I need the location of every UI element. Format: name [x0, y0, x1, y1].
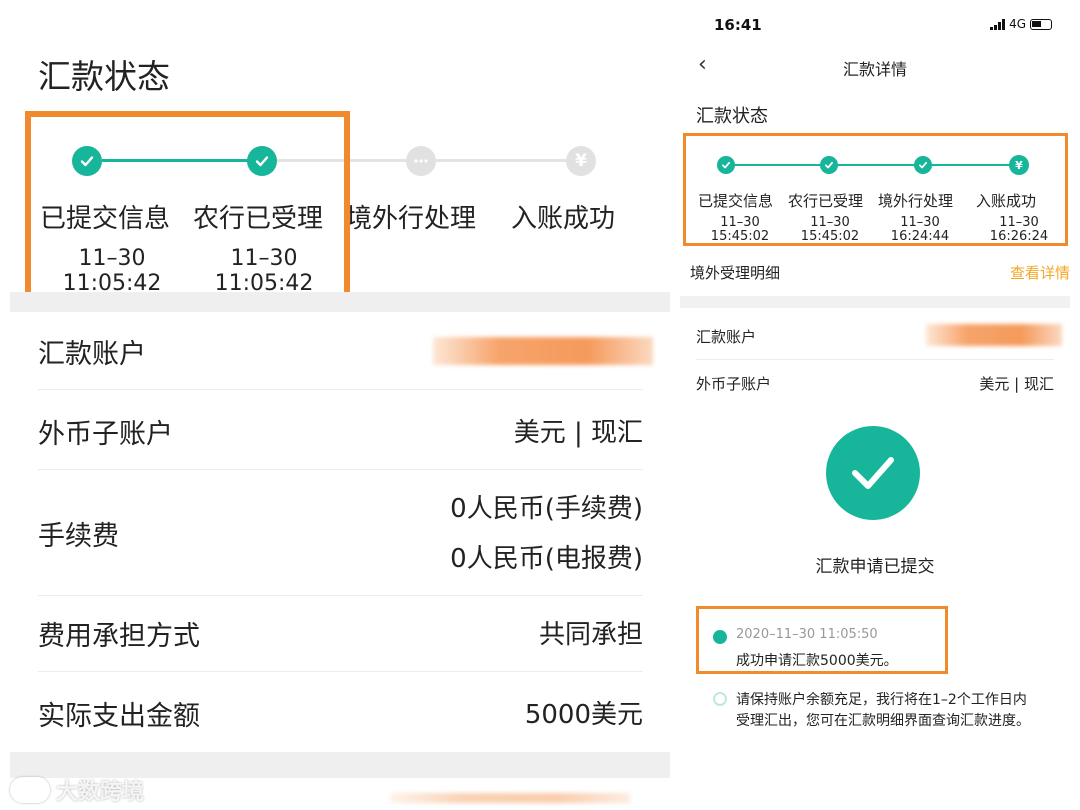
row-label: 手续费	[38, 521, 119, 552]
step-pending-yen-icon: ¥	[566, 146, 596, 176]
row-label: 外币子账户	[38, 419, 173, 450]
right-screenshot: 16:41 4G ‹ 汇款详情 汇款状态 ¥ 已提交信息 农行已受理 境外行处理…	[680, 0, 1080, 810]
row-value: 美元 | 现汇	[979, 375, 1054, 393]
fee-row: 手续费 0人民币(手续费) 0人民币(电报费)	[38, 470, 643, 596]
signal-icon	[990, 18, 1006, 30]
left-screenshot: 汇款状态 ¥ 已提交信息 农行已受理 境外行处理 入账成功 11–30 11:05…	[0, 0, 672, 810]
row-value: 共同承担	[538, 620, 643, 650]
watermark-logo-icon	[10, 777, 50, 803]
timeline-dot-icon	[713, 630, 727, 644]
actual-amount-row: 实际支出金额 5000美元	[38, 672, 643, 750]
row-value: 0人民币(电报费)	[450, 544, 643, 574]
row-label: 外币子账户	[696, 375, 772, 393]
account-row: 汇款账户	[38, 312, 653, 390]
overseas-detail-row: 境外受理明细 查看详情	[690, 262, 1070, 286]
row-value: 5000美元	[524, 700, 643, 730]
redacted-account-number	[926, 324, 1062, 346]
section-divider	[680, 296, 1070, 308]
sub-account-row: 外币子账户 美元 | 现汇	[38, 390, 643, 470]
highlight-box	[25, 111, 350, 306]
network-label: 4G	[1009, 17, 1026, 31]
step-label: 入账成功	[511, 204, 616, 234]
section-title: 汇款状态	[696, 106, 768, 127]
sub-account-row: 外币子账户 美元 | 现汇	[696, 360, 1054, 404]
timeline-text: 成功申请汇款5000美元。	[736, 653, 898, 669]
row-label: 费用承担方式	[38, 621, 200, 652]
redacted-account-number	[433, 337, 653, 365]
watermark: 大数跨境	[10, 774, 144, 806]
row-label: 境外受理明细	[690, 264, 781, 282]
highlight-box	[683, 133, 1068, 246]
row-value: 0人民币(手续费)	[450, 494, 643, 524]
nav-title: 汇款详情	[842, 60, 907, 79]
timeline-text: 请保持账户余额充足，我行将在1–2个工作日内受理汇出，您可在汇款明细界面查询汇款…	[736, 692, 1030, 729]
step-pending-dots-icon	[406, 146, 436, 176]
step-label: 境外行处理	[346, 204, 477, 234]
account-row: 汇款账户	[696, 316, 1062, 360]
timeline-dot-icon	[713, 692, 727, 706]
row-label: 汇款账户	[38, 339, 146, 370]
submitted-message: 汇款申请已提交	[815, 557, 935, 577]
row-label: 汇款账户	[696, 328, 757, 346]
row-value: 美元 | 现汇	[513, 418, 643, 448]
redacted-bottom-value	[390, 793, 630, 803]
battery-icon	[1030, 18, 1052, 30]
view-details-link[interactable]: 查看详情	[1010, 262, 1070, 283]
section-divider	[10, 292, 670, 312]
row-label: 实际支出金额	[38, 701, 200, 732]
success-check-icon	[826, 426, 920, 520]
timeline-timestamp: 2020–11–30 11:05:50	[736, 627, 878, 642]
status-bar-icons: 4G	[990, 17, 1052, 31]
status-bar-time: 16:41	[714, 16, 762, 34]
page-title: 汇款状态	[38, 57, 170, 96]
progress-line-pending	[436, 159, 566, 162]
fee-bearer-row: 费用承担方式 共同承担	[38, 596, 643, 672]
